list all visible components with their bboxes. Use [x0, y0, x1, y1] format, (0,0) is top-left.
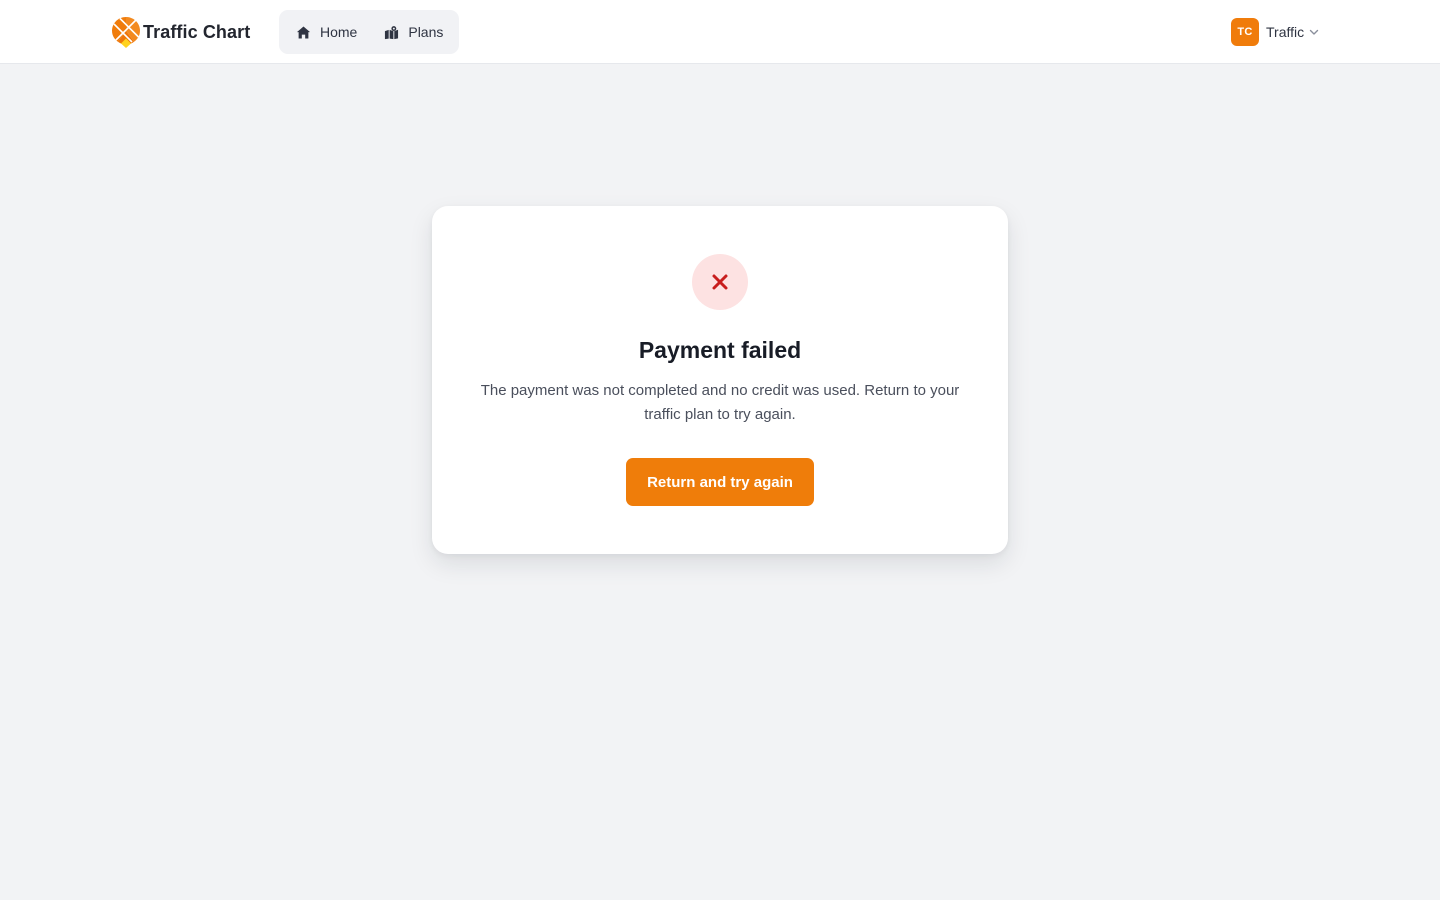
brand-logo-link[interactable]: Traffic Chart [111, 15, 250, 49]
main-nav: Home Plans [279, 10, 459, 54]
status-message: The payment was not completed and no cre… [480, 382, 960, 423]
nav-item-plans[interactable]: Plans [377, 15, 450, 49]
home-icon [296, 26, 311, 38]
logo-icon [112, 17, 140, 48]
brand-name: Traffic Chart [143, 21, 251, 42]
nav-item-label: Plans [408, 24, 444, 40]
page-title: Payment failed [638, 337, 802, 363]
payment-result-card: Payment failed The payment was not compl… [432, 206, 1008, 554]
nav-item-label: Home [320, 24, 358, 40]
user-menu[interactable]: TC Traffic [1231, 18, 1319, 46]
status-indicator [692, 254, 748, 310]
chevron-down-icon [1309, 29, 1319, 35]
avatar: TC [1231, 18, 1259, 46]
user-name: Traffic [1266, 24, 1305, 40]
map-icon [385, 25, 399, 39]
return-and-try-again-button[interactable]: Return and try again [626, 458, 814, 506]
top-navbar: Traffic Chart Home Plans TC Traffic [0, 0, 1440, 64]
close-icon [712, 274, 728, 290]
nav-item-home[interactable]: Home [289, 15, 364, 49]
